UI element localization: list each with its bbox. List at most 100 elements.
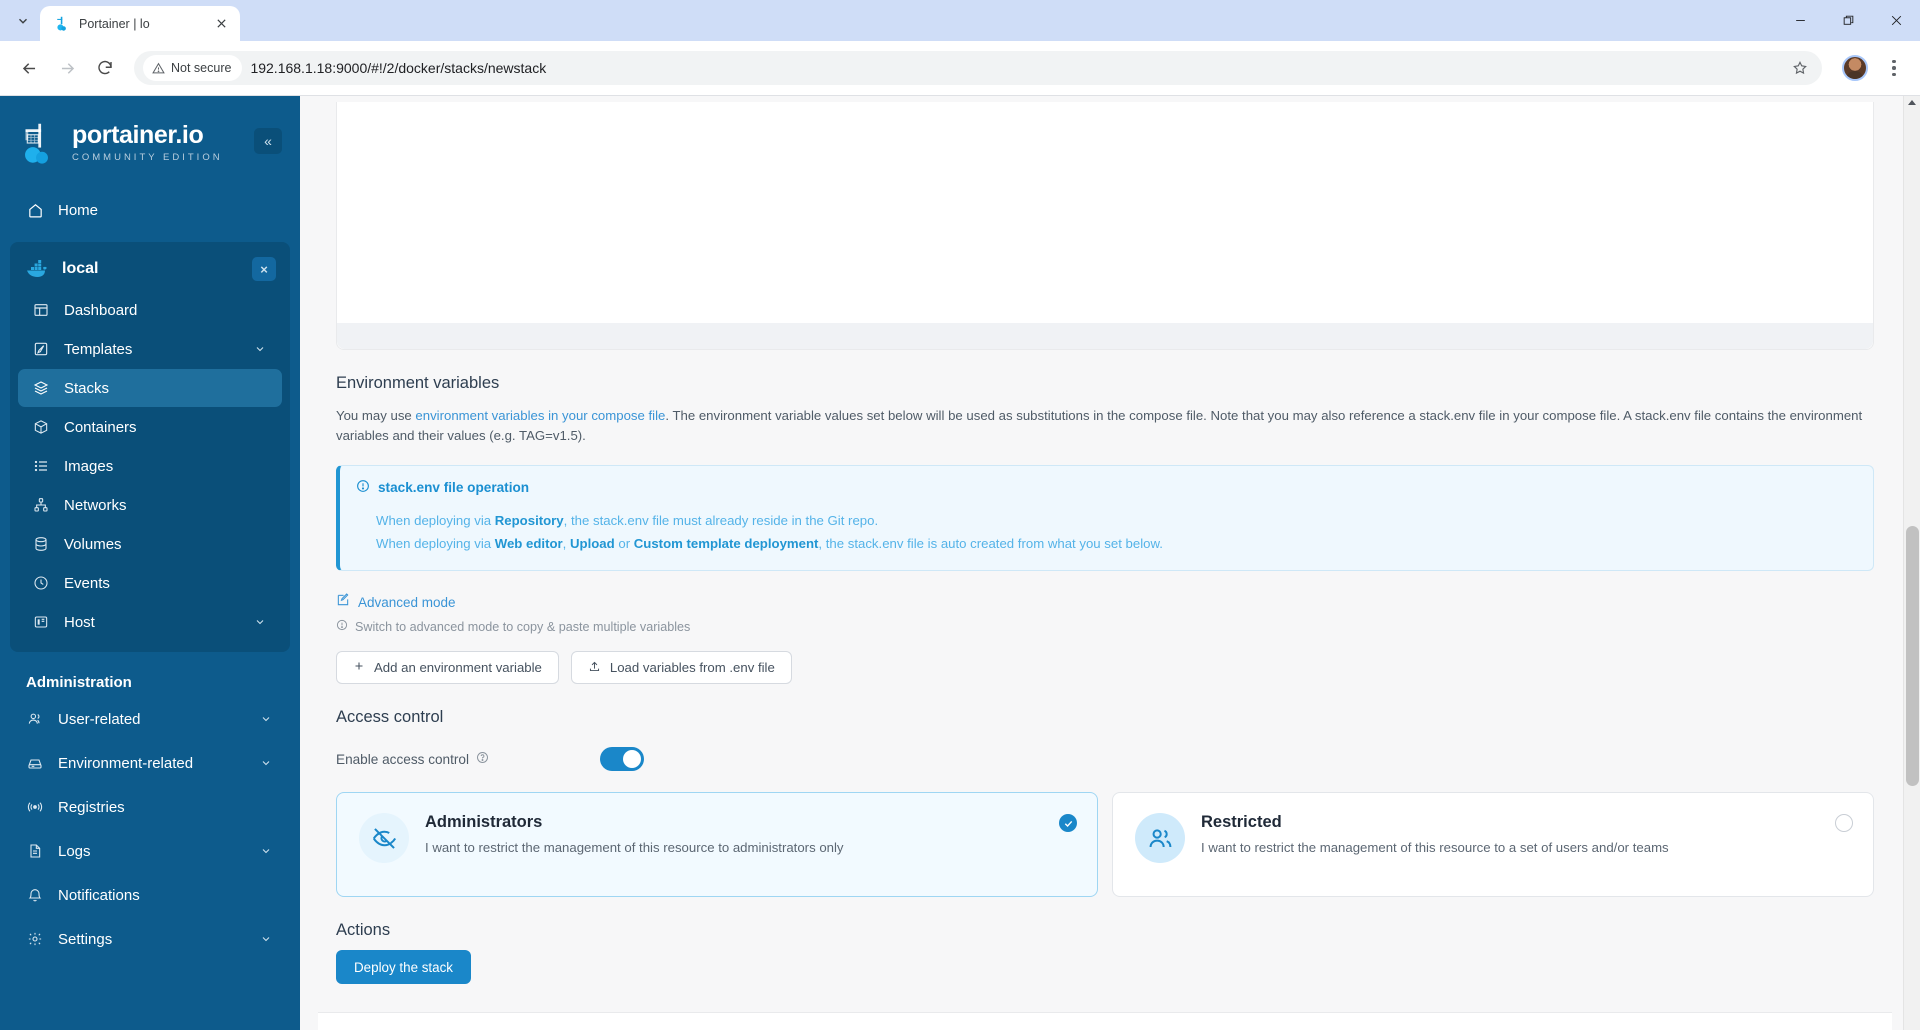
load-env-file-button[interactable]: Load variables from .env file [570, 651, 792, 685]
vertical-scrollbar[interactable] [1903, 96, 1920, 1030]
gear-icon [26, 930, 44, 948]
site-security-badge[interactable]: Not secure [143, 55, 243, 81]
tab-search-icon[interactable] [6, 4, 40, 38]
access-option-administrators[interactable]: Administrators I want to restrict the ma… [336, 792, 1098, 898]
web-editor-surface[interactable] [347, 102, 1863, 323]
tab-close-icon[interactable] [213, 15, 230, 32]
sidebar-item-label: Images [64, 457, 114, 475]
enable-access-control-toggle[interactable] [600, 747, 644, 772]
access-option-desc: I want to restrict the management of thi… [425, 840, 844, 856]
advanced-mode-row[interactable]: Advanced mode [336, 593, 1874, 612]
sidebar-environment-close-icon[interactable]: × [252, 257, 276, 281]
deploy-the-stack-button[interactable]: Deploy the stack [336, 950, 471, 985]
sidebar-item-home[interactable]: Home [12, 190, 288, 230]
compose-file-link[interactable]: environment variables in your compose fi… [415, 408, 665, 423]
add-environment-variable-label: Add an environment variable [374, 660, 542, 676]
address-bar[interactable]: Not secure 192.168.1.18:9000/#!/2/docker… [134, 51, 1822, 85]
access-option-radio[interactable] [1835, 814, 1853, 833]
access-option-body: Administrators I want to restrict the ma… [425, 813, 844, 874]
app-shell: portainer.io COMMUNITY EDITION « Home lo… [0, 96, 1920, 1030]
back-icon[interactable] [12, 51, 46, 85]
tab-title: Portainer | lo [79, 16, 150, 31]
chevron-down-icon [258, 757, 274, 769]
access-option-restricted[interactable]: Restricted I want to restrict the manage… [1112, 792, 1874, 898]
enable-access-control-text: Enable access control [336, 751, 469, 767]
info-circle-icon [356, 479, 370, 496]
sidebar-item-stacks[interactable]: Stacks [18, 369, 282, 407]
advanced-mode-hint-text: Switch to advanced mode to copy & paste … [355, 619, 691, 634]
sidebar-item-settings[interactable]: Settings [12, 919, 288, 959]
window-controls [1776, 0, 1920, 41]
sidebar-item-environment-related[interactable]: Environment-related [12, 743, 288, 783]
brand-subtitle: COMMUNITY EDITION [72, 152, 223, 163]
sidebar-item-host[interactable]: Host [18, 603, 282, 641]
sidebar-item-label: Notifications [58, 886, 140, 904]
registries-icon [26, 798, 44, 816]
env-var-buttons: Add an environment variable Load variabl… [336, 651, 1874, 685]
chevron-down-icon [258, 713, 274, 725]
environment-icon [26, 754, 44, 772]
sidebar-item-volumes[interactable]: Volumes [18, 525, 282, 563]
access-option-desc: I want to restrict the management of thi… [1201, 840, 1669, 856]
sidebar-item-events[interactable]: Events [18, 564, 282, 602]
sidebar-item-dashboard[interactable]: Dashboard [18, 291, 282, 329]
browser-tab[interactable]: Portainer | lo [40, 6, 240, 41]
add-environment-variable-button[interactable]: Add an environment variable [336, 651, 559, 685]
info-circle-icon [336, 619, 348, 634]
infobox-l1-pre: When deploying via [376, 512, 495, 528]
sidebar-item-networks[interactable]: Networks [18, 486, 282, 524]
content-scroll-area: Environment variables You may use enviro… [300, 102, 1920, 1030]
kebab-menu-icon[interactable] [1880, 51, 1908, 85]
url-text: 192.168.1.18:9000/#!/2/docker/stacks/new… [250, 60, 547, 76]
sidebar-item-containers[interactable]: Containers [18, 408, 282, 446]
maximize-icon[interactable] [1824, 0, 1872, 41]
close-icon[interactable] [1872, 0, 1920, 41]
sidebar-admin-heading: Administration [26, 674, 132, 691]
star-icon[interactable] [1786, 54, 1814, 82]
dashboard-icon [32, 301, 50, 319]
sidebar-item-templates[interactable]: Templates [18, 330, 282, 368]
chevron-down-icon [258, 845, 274, 857]
scroll-up-icon[interactable] [1908, 100, 1916, 105]
advanced-mode-link[interactable]: Advanced mode [358, 595, 456, 610]
main-content: Environment variables You may use enviro… [300, 96, 1920, 1030]
infobox-l2-post: , the stack.env file is auto created fro… [818, 536, 1163, 551]
infobox-l1-bold: Repository [494, 512, 564, 528]
access-option-title: Restricted [1201, 813, 1282, 832]
web-editor-footer [337, 323, 1873, 349]
access-option-body: Restricted I want to restrict the manage… [1201, 813, 1669, 874]
sidebar-environment-label: local [62, 260, 99, 277]
portainer-logo-icon [25, 123, 48, 164]
sidebar-item-user-related[interactable]: User-related [12, 699, 288, 739]
scrollbar-thumb[interactable] [1906, 526, 1919, 786]
templates-icon [32, 340, 50, 358]
avatar[interactable] [1842, 55, 1868, 81]
infobox-l2-bold1: Web editor [494, 536, 563, 551]
infobox-l2-pre: When deploying via [376, 536, 495, 551]
sidebar-item-label: Environment-related [58, 754, 194, 772]
users-icon [26, 710, 44, 728]
brand-title: portainer.io [72, 121, 204, 149]
access-option-title: Administrators [425, 813, 543, 832]
containers-icon [32, 418, 50, 436]
sidebar-environment-header[interactable]: local × [10, 248, 290, 290]
access-option-radio-selected[interactable] [1059, 814, 1077, 833]
enable-access-control-label: Enable access control [336, 751, 600, 767]
sidebar-item-images[interactable]: Images [18, 447, 282, 485]
sidebar-collapse-button[interactable]: « [254, 128, 282, 154]
sidebar-item-logs[interactable]: Logs [12, 831, 288, 871]
minimize-icon[interactable] [1776, 0, 1824, 41]
sidebar-item-label: Templates [64, 340, 133, 358]
sidebar-item-label: Logs [58, 842, 91, 860]
sidebar-item-registries[interactable]: Registries [12, 787, 288, 827]
env-vars-description: You may use environment variables in you… [336, 406, 1866, 447]
networks-icon [32, 496, 50, 514]
sidebar-item-notifications[interactable]: Notifications [12, 875, 288, 915]
web-editor-panel[interactable] [336, 102, 1874, 350]
reload-icon[interactable] [88, 51, 122, 85]
question-circle-icon[interactable] [476, 751, 489, 767]
forward-icon[interactable] [50, 51, 84, 85]
environment-variables-section: Environment variables You may use enviro… [336, 374, 1874, 685]
eye-off-icon [359, 813, 409, 864]
host-icon [32, 613, 50, 631]
